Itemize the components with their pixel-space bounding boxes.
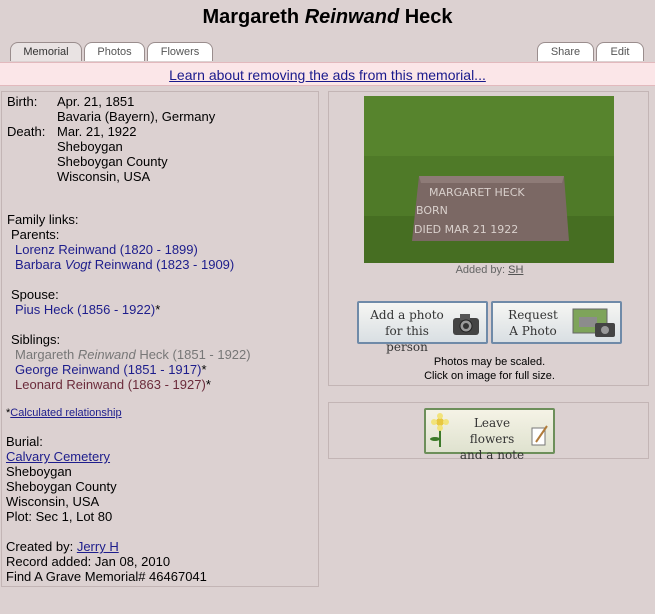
sibling-row-george: George Reinwand (1851 - 1917)*: [15, 362, 207, 377]
added-by-user-link[interactable]: SH: [508, 264, 523, 276]
tab-bar: Memorial Photos Flowers Share Edit: [0, 42, 655, 62]
family-links-heading: Family links:: [7, 212, 79, 227]
burial-label: Burial:: [6, 434, 43, 449]
burial-city: Sheboygan: [6, 464, 72, 479]
stone-line-3: DIED MAR 21 1922: [414, 223, 518, 236]
created-by-label: Created by:: [6, 539, 77, 554]
request-photo-label-line1: Request: [508, 308, 558, 322]
stone-line-2: BORN: [416, 204, 448, 217]
photo-panel: MARGARET HECK BORN DIED MAR 21 1922 Adde…: [328, 91, 649, 386]
created-by-row: Created by: Jerry H: [6, 539, 119, 554]
ad-removal-link[interactable]: Learn about removing the ads from this m…: [169, 67, 486, 83]
title-first: Margareth: [202, 6, 300, 28]
spouse-label: Spouse:: [11, 287, 59, 302]
flower-icon: [430, 413, 449, 447]
leave-flowers-label-line2: and a note: [459, 448, 525, 462]
photo-scale-note-line2: Click on image for full size.: [424, 370, 555, 382]
death-label: Death:: [7, 124, 46, 139]
tab-flowers[interactable]: Flowers: [147, 42, 213, 61]
parents-label: Parents:: [11, 227, 60, 242]
add-photo-label-line1: Add a photo: [370, 308, 444, 322]
death-place-state: Wisconsin, USA: [57, 169, 151, 184]
spouse-link[interactable]: Pius Heck (1856 - 1922): [15, 302, 155, 317]
photo-scale-note: Photos may be scaled. Click on image for…: [329, 355, 650, 383]
added-by-row: Added by: SH: [329, 264, 650, 276]
siblings-label: Siblings:: [11, 332, 61, 347]
sibling-calc-mark: *: [205, 377, 211, 392]
photo-scale-note-line1: Photos may be scaled.: [433, 356, 546, 368]
leave-flowers-button[interactable]: Leave flowers and a note: [424, 408, 555, 462]
death-place-city: Sheboygan: [57, 139, 123, 154]
ad-removal-banner: Learn about removing the ads from this m…: [0, 62, 655, 86]
request-photo-button[interactable]: Request A Photo: [491, 301, 622, 344]
request-photo-label-line2: A Photo: [509, 324, 557, 338]
sibling-calc-mark: *: [201, 362, 207, 377]
birth-date: Apr. 21, 1851: [57, 94, 135, 109]
gravestone-photo-image: MARGARET HECK BORN DIED MAR 21 1922: [364, 96, 614, 263]
calculated-relationship-note: *Calculated relationship: [6, 406, 122, 421]
photo-request-icon: [572, 308, 615, 337]
note-icon: [531, 425, 548, 446]
spouse-row: Pius Heck (1856 - 1922)*: [15, 302, 160, 317]
birth-label: Birth:: [7, 94, 38, 109]
tab-edit[interactable]: Edit: [596, 42, 644, 61]
death-date: Mar. 21, 1922: [57, 124, 137, 139]
stone-line-1: MARGARET HECK: [429, 186, 525, 199]
title-last: Heck: [404, 6, 453, 28]
sibling-name-part: Margareth: [15, 347, 78, 362]
record-added: Record added: Jan 08, 2010: [6, 554, 171, 569]
burial-plot: Plot: Sec 1, Lot 80: [6, 509, 113, 524]
sibling-maiden-name: Reinwand: [77, 347, 136, 362]
tab-share[interactable]: Share: [537, 42, 594, 61]
leave-flowers-label: Leave flowers and a note: [452, 415, 532, 463]
memorial-details-panel: Birth: Apr. 21, 1851 Bavaria (Bayern), G…: [1, 91, 319, 587]
tab-photos[interactable]: Photos: [84, 42, 145, 61]
page-title: Margareth Reinwand Heck: [0, 6, 655, 29]
tab-memorial[interactable]: Memorial: [10, 42, 82, 61]
title-middle: Reinwand: [304, 6, 400, 28]
added-by-label: Added by:: [455, 264, 509, 276]
calculated-relationship-link[interactable]: Calculated relationship: [10, 407, 121, 419]
leave-flowers-label-line1: Leave flowers: [469, 416, 515, 446]
spouse-calc-mark: *: [155, 302, 161, 317]
flowers-panel: Leave flowers and a note: [328, 402, 649, 462]
gravestone-photo[interactable]: MARGARET HECK BORN DIED MAR 21 1922: [364, 96, 614, 263]
add-photo-label: Add a photo for this person: [363, 307, 451, 355]
parent-link-lorenz[interactable]: Lorenz Reinwand (1820 - 1899): [15, 242, 198, 257]
sibling-name-part: Heck (1851 - 1922): [135, 347, 251, 362]
sibling-self: Margareth Reinwand Heck (1851 - 1922): [15, 347, 251, 362]
sibling-link-george[interactable]: George Reinwand (1851 - 1917): [15, 362, 201, 377]
memorial-number: Find A Grave Memorial# 46467041: [6, 569, 207, 584]
sibling-row-leonard: Leonard Reinwand (1863 - 1927)*: [15, 377, 211, 392]
burial-county: Sheboygan County: [6, 479, 117, 494]
request-photo-label: Request A Photo: [497, 307, 569, 339]
parent-maiden-name: Vogt: [64, 257, 92, 272]
parent-name-part: Barbara: [15, 257, 65, 272]
parent-link-barbara[interactable]: Barbara Vogt Reinwand (1823 - 1909): [15, 257, 234, 272]
sibling-link-leonard[interactable]: Leonard Reinwand (1863 - 1927): [15, 377, 206, 392]
parent-name-part: Reinwand (1823 - 1909): [91, 257, 235, 272]
cemetery-link[interactable]: Calvary Cemetery: [6, 449, 110, 464]
created-by-user-link[interactable]: Jerry H: [77, 539, 119, 554]
death-place-county: Sheboygan County: [57, 154, 168, 169]
burial-state: Wisconsin, USA: [6, 494, 100, 509]
camera-icon: [453, 314, 479, 335]
add-photo-label-line2: for this person: [385, 324, 429, 354]
add-photo-button[interactable]: Add a photo for this person: [357, 301, 488, 354]
birth-place: Bavaria (Bayern), Germany: [57, 109, 216, 124]
